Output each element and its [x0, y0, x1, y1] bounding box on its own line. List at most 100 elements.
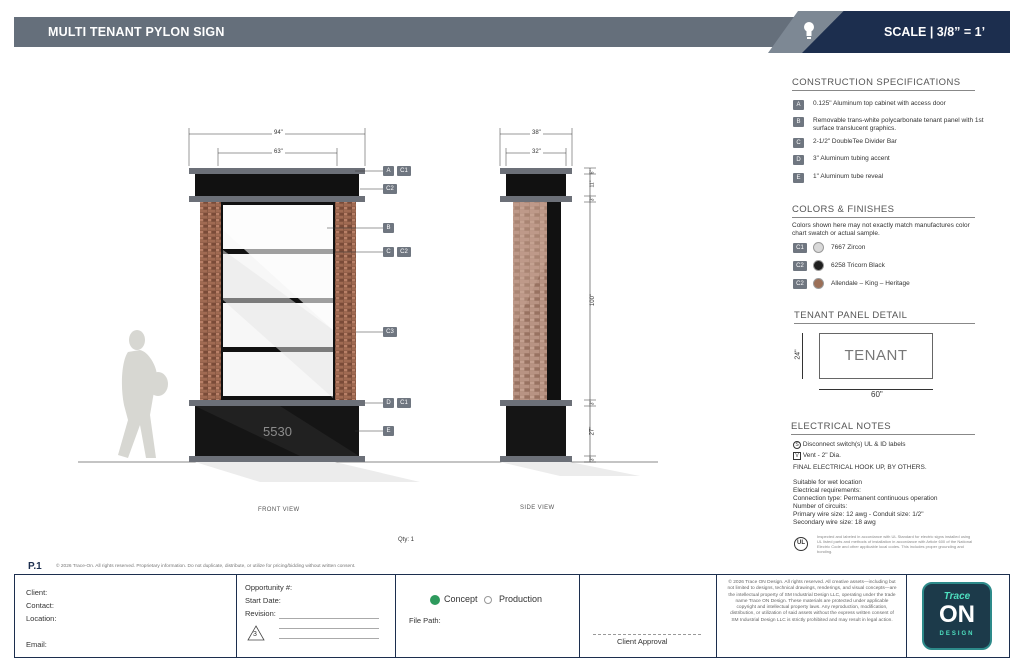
ul-listed-icon: UL	[794, 537, 808, 551]
colors-note: Colors shown here may not exactly match …	[792, 222, 970, 237]
electrical-req-2: Electrical requirements:	[793, 487, 861, 494]
construction-specs-title: CONSTRUCTION SPECIFICATIONS	[792, 77, 975, 91]
color-name: 7667 Zircon	[831, 244, 866, 251]
elevation-drawing: 5530	[78, 128, 658, 482]
contact-label: Contact:	[26, 601, 54, 610]
left-brick-column	[200, 202, 221, 400]
email-label: Email:	[26, 640, 47, 649]
front-shadow	[195, 462, 420, 482]
spec-text: Removable trans-white polycarbonate tena…	[813, 117, 984, 132]
production-radio[interactable]	[484, 596, 492, 604]
electrical-req-5: Primary wire size: 12 awg - Conduit size…	[793, 511, 924, 518]
tenant-height-dim-line	[802, 333, 803, 379]
base-accent-trim	[189, 400, 365, 406]
color-item: C2 6258 Tricorn Black	[793, 260, 885, 271]
side-shadow	[500, 462, 640, 476]
callout-tag: C1	[397, 166, 411, 176]
client-info-cell: Client: Contact: Location: Email:	[15, 575, 237, 657]
vent-note: V Vent - 2" Dia.	[793, 452, 841, 460]
color-item: C2 Allendale – King – Heritage	[793, 278, 910, 289]
client-approval-label: Client Approval	[617, 637, 668, 646]
vent-icon: V	[793, 452, 801, 460]
location-label: Location:	[26, 614, 57, 623]
revision-line	[279, 628, 379, 629]
spec-text: 3" Aluminum tubing accent	[813, 155, 890, 162]
spec-item: B Removable trans-white polycarbonate te…	[793, 117, 993, 132]
signature-line	[593, 634, 701, 635]
electrical-req-6: Secondary wire size: 18 awg	[793, 519, 876, 526]
concept-label: Concept	[444, 594, 478, 604]
spec-text: 0.125" Aluminum top cabinet with access …	[813, 100, 946, 107]
spec-letter: A	[793, 100, 804, 110]
color-item: C1 7667 Zircon	[793, 242, 865, 253]
opportunity-cell: Opportunity #: Start Date: Revision: 3	[237, 575, 396, 657]
approval-cell: Client Approval	[580, 575, 717, 657]
colors-title: COLORS & FINISHES	[792, 204, 975, 218]
color-swatch	[813, 260, 824, 271]
electrical-title: ELECTRICAL NOTES	[791, 421, 975, 435]
spec-item: E 1" Aluminum tube reveal	[793, 173, 993, 183]
spec-item: C 2-1/2" DoubleTee Divider Bar	[793, 138, 993, 148]
callout-tag: C2	[383, 184, 397, 194]
address-number: 5530	[263, 424, 292, 439]
front-view-sign: 5530	[188, 128, 383, 462]
top-cabinet	[195, 174, 359, 196]
callout-tag: B	[383, 223, 394, 233]
final-hookup-note: FINAL ELECTRICAL HOOK UP, BY OTHERS.	[793, 464, 927, 471]
electrical-req-3: Connection type: Permanent continuous op…	[793, 495, 938, 502]
color-code: C1	[793, 242, 807, 253]
opportunity-label: Opportunity #:	[245, 583, 293, 592]
tenant-panel-title: TENANT PANEL DETAIL	[794, 310, 975, 324]
lightbulb-icon	[804, 22, 814, 39]
color-name: Allendale – King – Heritage	[831, 280, 910, 287]
spec-letter: D	[793, 155, 804, 165]
spec-text: 1" Aluminum tube reveal	[813, 173, 884, 180]
revision-line	[279, 618, 379, 619]
start-date-label: Start Date:	[245, 596, 281, 605]
color-swatch	[813, 242, 824, 253]
logo-on: ON	[939, 601, 975, 628]
spec-text: 2-1/2" DoubleTee Divider Bar	[813, 138, 897, 145]
side-cabinet-depth: 32"	[530, 149, 543, 155]
revision-label: Revision:	[245, 609, 276, 618]
callout-tag: C1	[397, 398, 411, 408]
color-code: C2	[793, 260, 807, 271]
spec-letter: E	[793, 173, 804, 183]
page-number-logo: P.1	[28, 561, 42, 572]
vent-text: Vent - 2" Dia.	[802, 452, 841, 459]
callout-tag: D	[383, 398, 394, 408]
disconnect-text: Disconnect switch(s) UL & ID labels	[802, 441, 906, 448]
side-overall-depth: 38"	[530, 130, 543, 136]
base-bottom-trim	[189, 456, 365, 462]
right-brick-column	[335, 202, 356, 400]
side-dim: 27"	[589, 426, 596, 436]
quantity-label: Qty: 1	[398, 537, 415, 543]
logo-design: DESIGN	[939, 631, 975, 637]
side-view-sign	[499, 128, 596, 463]
front-cabinet-width: 63"	[272, 149, 285, 155]
concept-radio[interactable]	[430, 595, 440, 605]
callout-tag: C3	[383, 327, 397, 337]
spec-letter: B	[793, 117, 804, 127]
production-label: Production	[499, 594, 543, 604]
legal-cell: © 2026 Trace ON Design. All rights reser…	[717, 575, 907, 657]
color-name: 6258 Tricorn Black	[831, 262, 885, 269]
client-label: Client:	[26, 588, 48, 597]
color-code: C2	[793, 278, 807, 289]
side-dim: 3"	[589, 196, 596, 202]
spec-letter: C	[793, 138, 804, 148]
side-view-label: SIDE VIEW	[520, 505, 555, 511]
side-dim: 6"	[589, 169, 596, 175]
spec-item: D 3" Aluminum tubing accent	[793, 155, 993, 165]
scale-label: SCALE | 3/8” = 1’	[884, 25, 986, 39]
front-overall-width: 94"	[272, 130, 285, 136]
cabinet-base-trim	[189, 196, 365, 202]
tenant-height: 24"	[794, 349, 802, 360]
ul-statement: Inspected and labeled in accordance with…	[817, 534, 973, 554]
disconnect-switch-icon: S	[793, 441, 801, 449]
copyright-line: © 2026 Trace-On. All rights reserved. Pr…	[56, 564, 356, 569]
trace-on-logo: Trace ON DESIGN	[922, 582, 992, 650]
callout-tag: C2	[397, 247, 411, 257]
color-swatch	[813, 278, 824, 289]
callout-tag: C	[383, 247, 394, 257]
